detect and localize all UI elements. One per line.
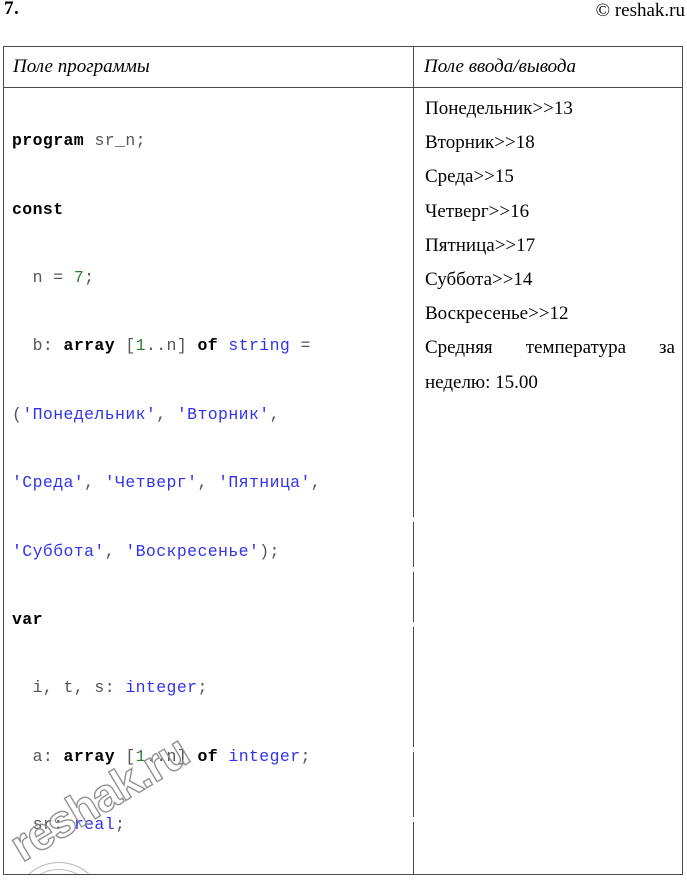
io-line: Среда>>15	[425, 166, 514, 188]
program-field-cell: program sr_n; const n = 7; b: array [1..…	[4, 88, 413, 874]
io-line: Пятница>>17	[425, 234, 536, 256]
table-header-row: Поле программы Поле ввода/вывода	[4, 47, 682, 88]
code-line: 'Среда', 'Четверг', 'Пятница',	[12, 473, 322, 493]
code-line: b: array [1..n] of string =	[12, 336, 311, 356]
site-copyright: © reshak.ru	[595, 0, 685, 21]
code-line: const	[12, 199, 64, 219]
task-number: 7.	[4, 0, 20, 19]
code-line: program sr_n;	[12, 131, 146, 151]
io-line: Воскресенье>>12	[425, 303, 569, 325]
io-line: Вторник>>18	[425, 132, 535, 154]
pascal-source-code: program sr_n; const n = 7; b: array [1..…	[12, 90, 412, 874]
io-line: Четверг>>16	[425, 200, 530, 222]
io-summary-line: Средняя температура за неделю: 15.00	[425, 337, 675, 393]
code-line: ('Понедельник', 'Вторник',	[12, 404, 280, 424]
page-header: 7. © reshak.ru	[0, 0, 687, 44]
io-line: Суббота>>14	[425, 268, 533, 290]
code-line: sr: real;	[12, 815, 126, 835]
code-line: a: array [1..n] of integer;	[12, 746, 311, 766]
code-line: i, t, s: integer;	[12, 678, 208, 698]
code-line: n = 7;	[12, 267, 95, 287]
io-output-list: Понедельник>>13 Вторник>>18 Среда>>15 Че…	[425, 92, 675, 400]
worksheet-table: Поле программы Поле ввода/вывода program…	[3, 46, 683, 875]
column-header-program: Поле программы	[13, 56, 150, 77]
code-line: 'Суббота', 'Воскресенье');	[12, 541, 280, 561]
io-field-cell: Понедельник>>13 Вторник>>18 Среда>>15 Че…	[414, 88, 684, 874]
code-line: var	[12, 609, 43, 629]
column-header-io: Поле ввода/вывода	[424, 56, 577, 77]
io-line: Понедельник>>13	[425, 98, 573, 119]
